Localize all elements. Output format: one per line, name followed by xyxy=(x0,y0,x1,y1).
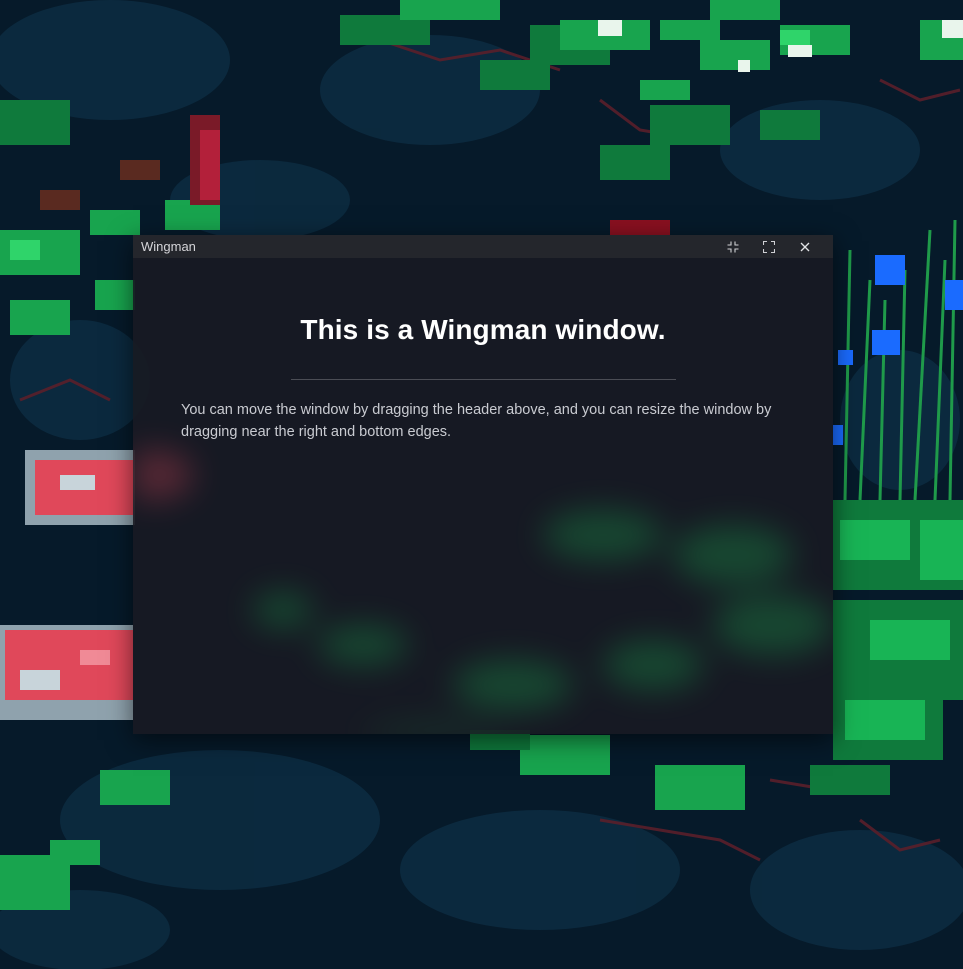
wingman-window: Wingman This is a Wingman window. You ca… xyxy=(133,235,833,734)
resize-handle-bottom[interactable] xyxy=(133,728,833,734)
close-button[interactable] xyxy=(787,235,823,258)
window-heading: This is a Wingman window. xyxy=(300,314,666,345)
fullscreen-icon xyxy=(763,240,775,253)
window-description: You can move the window by dragging the … xyxy=(181,402,772,440)
window-backdrop-blur xyxy=(133,450,833,734)
window-header[interactable]: Wingman xyxy=(133,235,833,258)
divider xyxy=(290,379,676,380)
window-title: Wingman xyxy=(141,239,196,254)
maximize-button[interactable] xyxy=(751,235,787,258)
window-controls xyxy=(715,235,823,258)
minimize-button[interactable] xyxy=(715,235,751,258)
resize-handle-right[interactable] xyxy=(827,258,833,734)
collapse-arrows-icon xyxy=(727,241,739,252)
desktop: Wingman This is a Wingman window. You ca… xyxy=(0,0,963,969)
close-icon xyxy=(800,242,810,251)
window-content: This is a Wingman window. You can move t… xyxy=(133,314,833,443)
